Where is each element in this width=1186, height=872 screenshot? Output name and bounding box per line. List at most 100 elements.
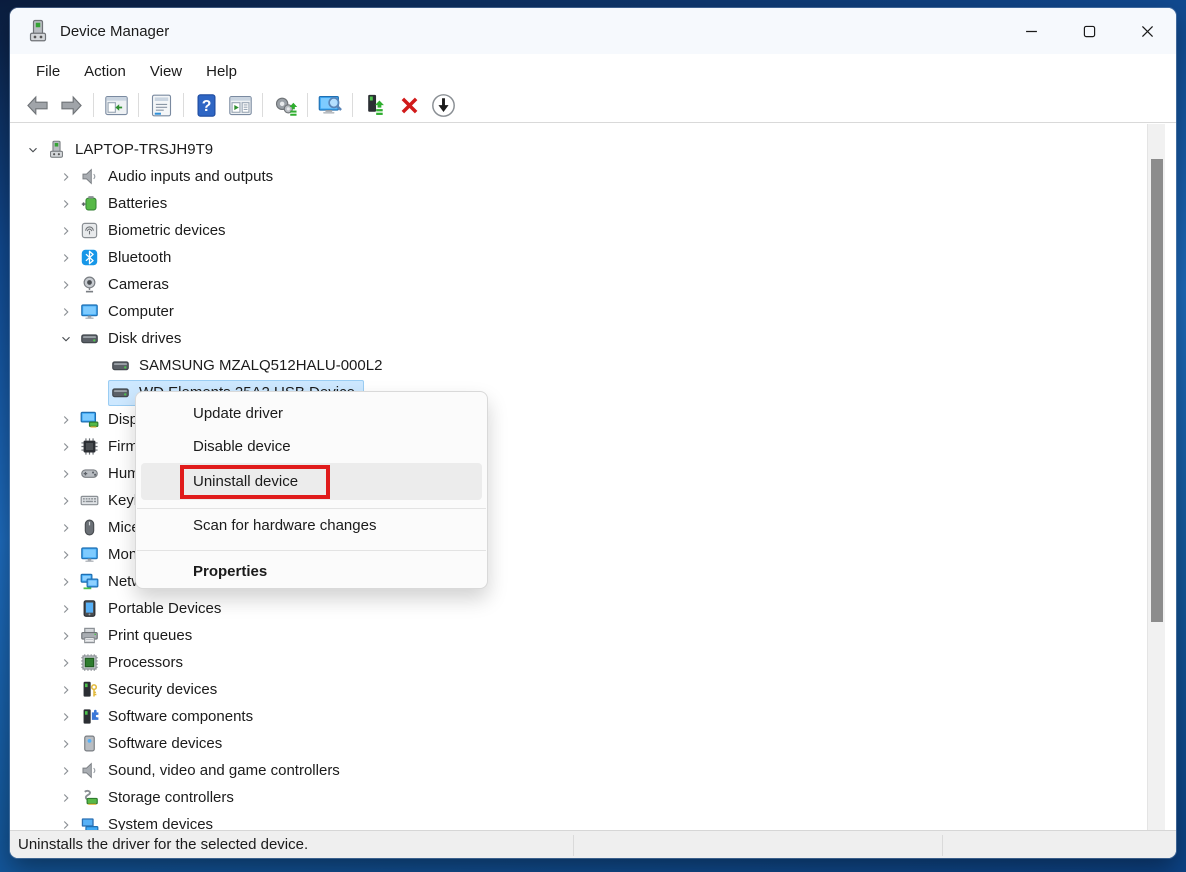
chevron-right-icon[interactable] <box>55 247 77 269</box>
tree-row-body: Bluetooth <box>77 245 180 271</box>
tree-item-label: Software components <box>108 708 253 725</box>
camera-icon <box>80 275 100 295</box>
tree-item-biometric-devices[interactable]: Biometric devices <box>10 217 1176 244</box>
tree-item-laptop-trsjh9t9[interactable]: LAPTOP-TRSJH9T9 <box>10 136 1176 163</box>
firmware-icon <box>80 437 100 457</box>
tree-item-system-devices[interactable]: System devices <box>10 811 1176 830</box>
scan-for-hardware-changes-button[interactable] <box>313 90 347 120</box>
minimize-button[interactable] <box>1002 8 1060 54</box>
chevron-right-icon[interactable] <box>55 436 77 458</box>
chevron-right-icon[interactable] <box>55 193 77 215</box>
chevron-down-icon[interactable] <box>22 139 44 161</box>
tree-item-processors[interactable]: Processors <box>10 649 1176 676</box>
computer-root-icon <box>47 140 67 160</box>
software-device-icon <box>80 734 100 754</box>
menu-action[interactable]: Action <box>72 58 138 85</box>
menu-view[interactable]: View <box>138 58 194 85</box>
storage-icon <box>80 788 100 808</box>
chevron-right-icon[interactable] <box>55 463 77 485</box>
chevron-right-icon[interactable] <box>55 544 77 566</box>
uninstall-device-button[interactable] <box>392 90 426 120</box>
chevron-right-icon[interactable] <box>55 706 77 728</box>
context-menu-item-update-driver[interactable]: Update driver <box>136 397 487 430</box>
chevron-right-icon[interactable] <box>55 490 77 512</box>
properties-button[interactable] <box>144 90 178 120</box>
show-hide-console-tree-button[interactable] <box>99 90 133 120</box>
tree-item-software-devices[interactable]: Software devices <box>10 730 1176 757</box>
tree-item-disk-drives[interactable]: Disk drives <box>10 325 1176 352</box>
tree-row-body: Computer <box>77 299 183 325</box>
toolbar-separator <box>183 93 184 117</box>
tree-item-software-components[interactable]: Software components <box>10 703 1176 730</box>
chevron-right-icon[interactable] <box>55 598 77 620</box>
chevron-right-icon[interactable] <box>55 571 77 593</box>
tree-item-bluetooth[interactable]: Bluetooth <box>10 244 1176 271</box>
toolbar-separator <box>93 93 94 117</box>
tree-row-body: Storage controllers <box>77 785 243 811</box>
forward-button[interactable] <box>54 90 88 120</box>
context-menu-item-uninstall-device[interactable]: Uninstall device <box>141 463 482 500</box>
chevron-right-icon[interactable] <box>55 220 77 242</box>
vertical-scrollbar[interactable] <box>1147 124 1165 830</box>
disk-icon <box>111 383 131 403</box>
audio-icon <box>80 167 100 187</box>
disable-device-button[interactable] <box>426 90 460 120</box>
tree-item-portable-devices[interactable]: Portable Devices <box>10 595 1176 622</box>
tree-item-cameras[interactable]: Cameras <box>10 271 1176 298</box>
chevron-right-icon[interactable] <box>55 625 77 647</box>
show-hide-action-pane-button[interactable] <box>223 90 257 120</box>
menubar: FileActionViewHelp <box>10 54 1176 88</box>
tree-item-storage-controllers[interactable]: Storage controllers <box>10 784 1176 811</box>
update-driver-icon <box>272 92 299 119</box>
chevron-right-icon[interactable] <box>55 787 77 809</box>
context-menu-item-scan-for-hardware-changes[interactable]: Scan for hardware changes <box>136 509 487 542</box>
window-controls <box>1002 8 1176 54</box>
chevron-right-icon[interactable] <box>55 814 77 831</box>
uninstall-icon <box>396 92 423 119</box>
update-driver-button[interactable] <box>268 90 302 120</box>
tree-row-body: Processors <box>77 650 192 676</box>
tree-item-audio-inputs-and-outputs[interactable]: Audio inputs and outputs <box>10 163 1176 190</box>
chevron-down-icon[interactable] <box>55 328 77 350</box>
tree-item-label: Security devices <box>108 681 217 698</box>
help-button[interactable]: ? <box>189 90 223 120</box>
tree-item-print-queues[interactable]: Print queues <box>10 622 1176 649</box>
toolbar-separator <box>262 93 263 117</box>
chevron-right-icon[interactable] <box>55 760 77 782</box>
tree-row-body: Portable Devices <box>77 596 230 622</box>
menu-help[interactable]: Help <box>194 58 249 85</box>
chevron-right-icon[interactable] <box>55 274 77 296</box>
scan-hardware-icon <box>317 92 344 119</box>
keyboard-icon <box>80 491 100 511</box>
disk-icon <box>80 329 100 349</box>
chevron-right-icon[interactable] <box>55 652 77 674</box>
close-button[interactable] <box>1118 8 1176 54</box>
menu-file[interactable]: File <box>24 58 72 85</box>
hid-icon <box>80 464 100 484</box>
chevron-right-icon[interactable] <box>55 166 77 188</box>
tree-item-label: SAMSUNG MZALQ512HALU-000L2 <box>139 357 382 374</box>
tree-item-sound-video-and-game-controllers[interactable]: Sound, video and game controllers <box>10 757 1176 784</box>
context-menu-item-disable-device[interactable]: Disable device <box>136 430 487 463</box>
tree-item-batteries[interactable]: Batteries <box>10 190 1176 217</box>
scrollbar-thumb[interactable] <box>1151 159 1163 622</box>
tree-item-label: Cameras <box>108 276 169 293</box>
context-menu-separator <box>137 550 486 551</box>
chevron-right-icon[interactable] <box>55 733 77 755</box>
tree-row-body: Sound, video and game controllers <box>77 758 349 784</box>
tree-item-label: Print queues <box>108 627 192 644</box>
update-device-driver-button[interactable] <box>358 90 392 120</box>
chevron-right-icon[interactable] <box>55 409 77 431</box>
maximize-button[interactable] <box>1060 8 1118 54</box>
chevron-right-icon[interactable] <box>55 517 77 539</box>
chevron-right-icon[interactable] <box>55 301 77 323</box>
chevron-right-icon[interactable] <box>55 679 77 701</box>
back-button[interactable] <box>20 90 54 120</box>
console-tree-icon <box>103 92 130 119</box>
network-icon <box>80 572 100 592</box>
tree-item-security-devices[interactable]: Security devices <box>10 676 1176 703</box>
tree-item-samsung-mzalq512halu-000l2[interactable]: SAMSUNG MZALQ512HALU-000L2 <box>10 352 1176 379</box>
tree-row-body: Disk drives <box>77 326 190 352</box>
tree-item-computer[interactable]: Computer <box>10 298 1176 325</box>
context-menu-item-properties[interactable]: Properties <box>136 555 487 588</box>
